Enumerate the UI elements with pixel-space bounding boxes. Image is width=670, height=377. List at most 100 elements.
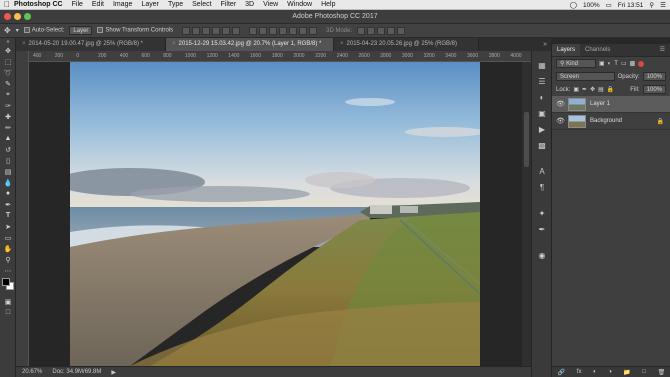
menu-view[interactable]: View xyxy=(263,1,278,8)
filter-smart-icon[interactable]: ▩ xyxy=(630,60,636,67)
healing-brush-tool-icon[interactable]: ✚ xyxy=(0,111,16,122)
distribute-hcenter-icon[interactable] xyxy=(289,26,298,35)
clone-source-icon[interactable]: ◉ xyxy=(532,247,552,263)
crop-tool-icon[interactable]: ⌖ xyxy=(0,89,16,100)
minimize-window-button[interactable] xyxy=(14,13,21,20)
battery-label[interactable]: 100% xyxy=(583,2,600,9)
search-icon[interactable]: ⚲ xyxy=(649,1,654,9)
swatches-panel-icon[interactable]: ▩ xyxy=(532,137,552,153)
filter-toggle[interactable] xyxy=(638,60,645,67)
menu-window[interactable]: Window xyxy=(287,1,312,8)
align-top-icon[interactable] xyxy=(182,26,191,35)
filter-shape-icon[interactable]: ▭ xyxy=(621,60,627,67)
close-tab-icon[interactable]: × xyxy=(340,41,344,47)
quick-select-tool-icon[interactable]: ✎ xyxy=(0,78,16,89)
history-panel-icon[interactable]: ▦ xyxy=(532,57,552,73)
type-tool-icon[interactable]: T xyxy=(0,210,16,221)
gradient-tool-icon[interactable]: ▤ xyxy=(0,166,16,177)
visibility-eye-icon[interactable]: 👁 xyxy=(556,100,565,108)
lock-transparent-icon[interactable]: ▣ xyxy=(573,86,579,93)
scrollbar-thumb[interactable] xyxy=(524,112,529,167)
shape-tool-icon[interactable]: ▭ xyxy=(0,232,16,243)
lock-artboard-icon[interactable]: ▤ xyxy=(598,86,604,93)
fill-input[interactable]: 100% xyxy=(642,85,666,94)
filter-adjust-icon[interactable]: ◐ xyxy=(608,61,612,67)
clock[interactable]: Fri 13:51 xyxy=(618,2,644,9)
tools-preset-icon[interactable]: ✦ xyxy=(532,205,552,221)
adjustment-layer-icon[interactable]: ◑ xyxy=(608,369,612,375)
3d-scale-icon[interactable] xyxy=(397,26,406,35)
character-panel-icon[interactable]: A xyxy=(532,163,552,179)
menu-help[interactable]: Help xyxy=(321,1,335,8)
3d-slide-icon[interactable] xyxy=(387,26,396,35)
document-tab[interactable]: × 2014-05-20 19.00.47.jpg @ 25% (RGB/8) * xyxy=(16,38,166,51)
link-layers-icon[interactable]: 🔗 xyxy=(558,369,565,376)
menu-select[interactable]: Select xyxy=(192,1,211,8)
lock-position-icon[interactable]: ✥ xyxy=(590,86,595,93)
align-bottom-icon[interactable] xyxy=(202,26,211,35)
3d-orbit-icon[interactable] xyxy=(357,26,366,35)
align-right-icon[interactable] xyxy=(232,26,241,35)
blur-tool-icon[interactable]: 💧 xyxy=(0,177,16,188)
more-tabs-icon[interactable]: » xyxy=(479,38,551,51)
menu-filter[interactable]: Filter xyxy=(221,1,237,8)
paragraph-panel-icon[interactable]: ¶ xyxy=(532,179,552,195)
auto-select-checkbox[interactable]: Auto-Select: xyxy=(23,27,64,34)
tab-layers[interactable]: Layers xyxy=(552,44,581,56)
collapse-tools-icon[interactable]: » xyxy=(0,38,16,45)
menu-file[interactable]: File xyxy=(72,1,83,8)
distribute-bottom-icon[interactable] xyxy=(269,26,278,35)
quick-mask-icon[interactable]: ▣ xyxy=(0,296,16,307)
zoom-window-button[interactable] xyxy=(24,13,31,20)
canvas-area[interactable] xyxy=(29,62,522,366)
filter-pixel-icon[interactable]: ▣ xyxy=(599,60,605,67)
path-selection-tool-icon[interactable]: ➤ xyxy=(0,221,16,232)
screen-mode-icon[interactable]: □ xyxy=(0,307,16,318)
transform-controls-checkbox[interactable]: Show Transform Controls xyxy=(97,27,173,34)
app-menu[interactable]: Photoshop CC xyxy=(14,1,63,8)
styles-panel-icon[interactable]: ▣ xyxy=(532,105,552,121)
adjustments-panel-icon[interactable]: ◐ xyxy=(532,89,552,105)
opacity-input[interactable]: 100% xyxy=(642,72,666,81)
history-brush-tool-icon[interactable]: ↺ xyxy=(0,144,16,155)
pen-tool-icon[interactable]: ✒ xyxy=(0,199,16,210)
brush-tool-icon[interactable]: ✏ xyxy=(0,122,16,133)
menu-image[interactable]: Image xyxy=(113,1,132,8)
document-image[interactable] xyxy=(70,62,480,366)
distribute-left-icon[interactable] xyxy=(279,26,288,35)
more-tools-icon[interactable]: ⋯ xyxy=(0,265,16,276)
brush-panel-icon[interactable]: ✒ xyxy=(532,221,552,237)
new-group-icon[interactable]: 📁 xyxy=(623,369,630,376)
document-tab-active[interactable]: × 2015-12-29 15.03.42.jpg @ 20.7% (Layer … xyxy=(166,38,334,51)
add-mask-icon[interactable]: ◐ xyxy=(593,369,597,375)
foreground-color-swatch[interactable] xyxy=(2,278,10,286)
marquee-tool-icon[interactable]: ⬚ xyxy=(0,56,16,67)
layer-row-background[interactable]: 👁 Background 🔒 xyxy=(552,113,670,130)
align-left-icon[interactable] xyxy=(212,26,221,35)
layer-name[interactable]: Layer 1 xyxy=(590,101,610,107)
lock-all-icon[interactable]: 🔒 xyxy=(607,86,614,93)
status-arrow-icon[interactable]: ▶ xyxy=(111,369,116,376)
layer-name[interactable]: Background xyxy=(590,118,622,124)
close-tab-icon[interactable]: × xyxy=(172,41,176,47)
panel-menu-icon[interactable]: ☰ xyxy=(655,44,670,56)
layer-style-button[interactable]: fx xyxy=(577,369,582,375)
wifi-icon[interactable]: ◯ xyxy=(570,1,577,9)
tab-channels[interactable]: Channels xyxy=(580,44,615,56)
menu-layer[interactable]: Layer xyxy=(141,1,159,8)
new-layer-icon[interactable]: □ xyxy=(642,369,646,375)
delete-layer-icon[interactable]: 🗑 xyxy=(658,369,666,376)
visibility-eye-icon[interactable]: 👁 xyxy=(556,117,565,125)
layer-row-layer-1[interactable]: 👁 Layer 1 xyxy=(552,96,670,113)
align-hcenter-icon[interactable] xyxy=(222,26,231,35)
kind-filter-dropdown[interactable]: ⚲ Kind xyxy=(556,59,596,68)
apple-icon[interactable]:  xyxy=(0,0,14,9)
eyedropper-tool-icon[interactable]: ✑ xyxy=(0,100,16,111)
move-tool-icon[interactable]: ✥ xyxy=(4,26,11,35)
zoom-tool-icon[interactable]: ⚲ xyxy=(0,254,16,265)
3d-roll-icon[interactable] xyxy=(367,26,376,35)
doc-size[interactable]: Doc: 34.9M/69.8M xyxy=(52,369,101,375)
tool-preset-dropdown[interactable]: ▾ xyxy=(16,27,19,34)
menu-edit[interactable]: Edit xyxy=(92,1,104,8)
auto-align-icon[interactable] xyxy=(309,26,318,35)
